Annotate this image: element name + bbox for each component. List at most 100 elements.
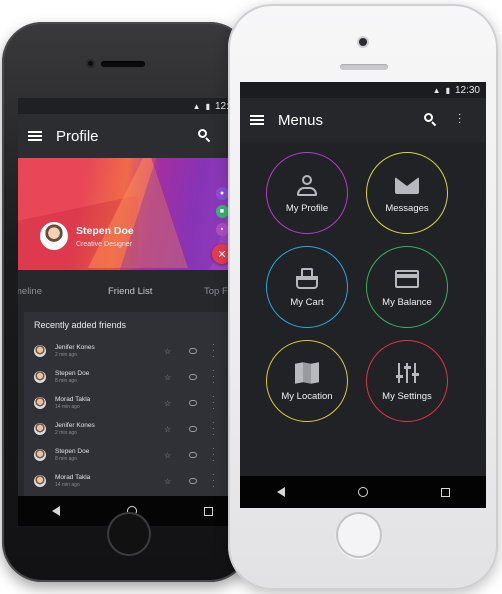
menu-item-label: My Profile — [285, 202, 329, 214]
star-icon[interactable]: ☆ — [164, 451, 171, 460]
map-icon — [294, 361, 320, 385]
friend-name: Stepen Doe — [55, 448, 90, 455]
list-item[interactable]: Stepen Doe 8 min ago ☆ · · · — [24, 364, 240, 390]
fab-option-icon[interactable]: ● — [215, 187, 229, 200]
earpiece-speaker — [101, 61, 145, 67]
friend-time: 2 min ago — [55, 430, 77, 436]
star-icon[interactable]: ☆ — [164, 373, 171, 382]
avatar — [34, 423, 46, 435]
chat-icon[interactable] — [189, 426, 197, 432]
star-icon[interactable]: ☆ — [164, 399, 171, 408]
front-camera — [359, 38, 367, 46]
friend-text: Morad Takla 14 min ago — [55, 396, 90, 410]
menu-item-my-location[interactable]: My Location — [266, 340, 348, 422]
profile-screen: ▲ ▮ 12:30 Profile Stepen Doe Creative De… — [18, 98, 246, 526]
menu-item-my-cart[interactable]: My Cart — [266, 246, 348, 328]
search-icon[interactable] — [424, 113, 437, 127]
menu-item-label: My Balance — [382, 296, 432, 308]
friend-text: Morad Takla 14 min ago — [55, 474, 90, 488]
basket-icon — [294, 267, 320, 291]
friend-text: Jenifer Kones 2 min ago — [55, 344, 95, 358]
page-title: Profile — [56, 127, 99, 145]
star-icon[interactable]: ☆ — [164, 477, 171, 486]
fab-option-icon[interactable]: ▪ — [215, 223, 229, 236]
signal-icon: ▲ — [192, 101, 201, 111]
friends-list: Jenifer Kones 2 min ago ☆ · · · Stepen Doe 8 mi… — [24, 338, 240, 494]
list-item[interactable]: Jenifer Kones 2 min ago ☆ · · · — [24, 338, 240, 364]
more-vert-icon[interactable]: · · · — [212, 393, 215, 413]
overflow-menu-icon[interactable]: · · · — [458, 110, 461, 128]
card-icon — [394, 267, 420, 291]
front-camera — [86, 59, 95, 68]
friend-name: Stepen Doe — [55, 370, 90, 377]
status-bar: ▲ ▮ 12:30 — [240, 82, 486, 98]
chat-icon[interactable] — [189, 400, 197, 406]
list-item[interactable]: Morad Takla 14 min ago ☆ · · · — [24, 390, 240, 416]
menu-icon[interactable] — [250, 115, 264, 125]
friends-section-title: Recently added friends — [34, 320, 127, 330]
menu-item-my-balance[interactable]: My Balance — [366, 246, 448, 328]
more-vert-icon[interactable]: · · · — [212, 471, 215, 491]
profile-name: Stepen Doe — [76, 225, 134, 237]
back-icon[interactable] — [276, 487, 285, 497]
battery-icon: ▮ — [445, 85, 450, 95]
recent-apps-icon[interactable] — [203, 506, 213, 516]
tab-top-friends[interactable]: Top F — [204, 286, 228, 297]
more-vert-icon[interactable]: · · · — [212, 445, 215, 465]
menu-item-messages[interactable]: Messages — [366, 152, 448, 234]
friend-name: Morad Takla — [55, 474, 91, 481]
menu-icon[interactable] — [28, 131, 42, 141]
back-icon[interactable] — [51, 506, 60, 516]
page-title: Menus — [278, 111, 324, 129]
more-vert-icon[interactable]: · · · — [212, 341, 215, 361]
recent-apps-icon[interactable] — [440, 487, 450, 497]
signal-icon: ▲ — [432, 85, 441, 95]
friend-time: 8 min ago — [55, 456, 77, 462]
friend-time: 2 min ago — [55, 352, 77, 358]
friend-name: Morad Takla — [55, 396, 91, 403]
chat-icon[interactable] — [189, 374, 197, 380]
avatar — [34, 345, 46, 357]
avatar[interactable] — [40, 222, 68, 250]
friend-text: Stepen Doe 8 min ago — [55, 370, 89, 384]
menu-grid: My Profile Messages My Cart My Balance M… — [240, 142, 486, 490]
menus-screen: ▲ ▮ 12:30 Menus · · · My Profile Messages — [240, 82, 486, 508]
chat-icon[interactable] — [189, 348, 197, 354]
more-vert-icon[interactable]: · · · — [212, 367, 215, 387]
menu-item-label: My Location — [281, 390, 333, 402]
menu-item-label: Messages — [385, 202, 429, 214]
list-item[interactable]: Stepen Doe 8 min ago ☆ · · · — [24, 442, 240, 468]
friend-time: 8 min ago — [55, 378, 77, 384]
menu-item-my-profile[interactable]: My Profile — [266, 152, 348, 234]
list-item[interactable]: Morad Takla 14 min ago ☆ · · · — [24, 468, 240, 494]
friend-text: Jenifer Kones 2 min ago — [55, 422, 95, 436]
status-bar: ▲ ▮ 12:30 — [18, 98, 246, 114]
front-phone-frame: ▲ ▮ 12:30 Menus · · · My Profile Messages — [228, 4, 498, 590]
more-vert-icon[interactable]: · · · — [212, 419, 215, 439]
menu-item-label: My Settings — [382, 390, 432, 402]
profile-header: Stepen Doe Creative Designer ● ■ ▪ ✕ — [18, 158, 246, 270]
avatar — [34, 397, 46, 409]
android-nav-bar — [240, 476, 486, 508]
avatar — [34, 371, 46, 383]
profile-role: Creative Designer — [76, 241, 133, 248]
menu-item-my-settings[interactable]: My Settings — [366, 340, 448, 422]
home-button[interactable] — [336, 512, 382, 558]
battery-icon: ▮ — [205, 101, 210, 111]
star-icon[interactable]: ☆ — [164, 425, 171, 434]
search-icon[interactable] — [198, 129, 211, 143]
sliders-icon — [394, 361, 420, 385]
chat-icon[interactable] — [189, 478, 197, 484]
home-icon[interactable] — [357, 487, 368, 497]
friend-time: 14 min ago — [55, 482, 80, 488]
menu-item-label: My Cart — [290, 296, 324, 308]
star-icon[interactable]: ☆ — [164, 347, 171, 356]
list-item[interactable]: Jenifer Kones 2 min ago ☆ · · · — [24, 416, 240, 442]
chat-icon[interactable] — [189, 452, 197, 458]
fab-option-icon[interactable]: ■ — [215, 205, 229, 218]
tab-timeline[interactable]: meline — [18, 286, 42, 297]
tab-friend-list[interactable]: Friend List — [108, 286, 152, 297]
friend-name: Jenifer Kones — [55, 344, 95, 351]
home-button[interactable] — [107, 512, 151, 556]
back-phone-frame: ▲ ▮ 12:30 Profile Stepen Doe Creative De… — [2, 22, 250, 582]
